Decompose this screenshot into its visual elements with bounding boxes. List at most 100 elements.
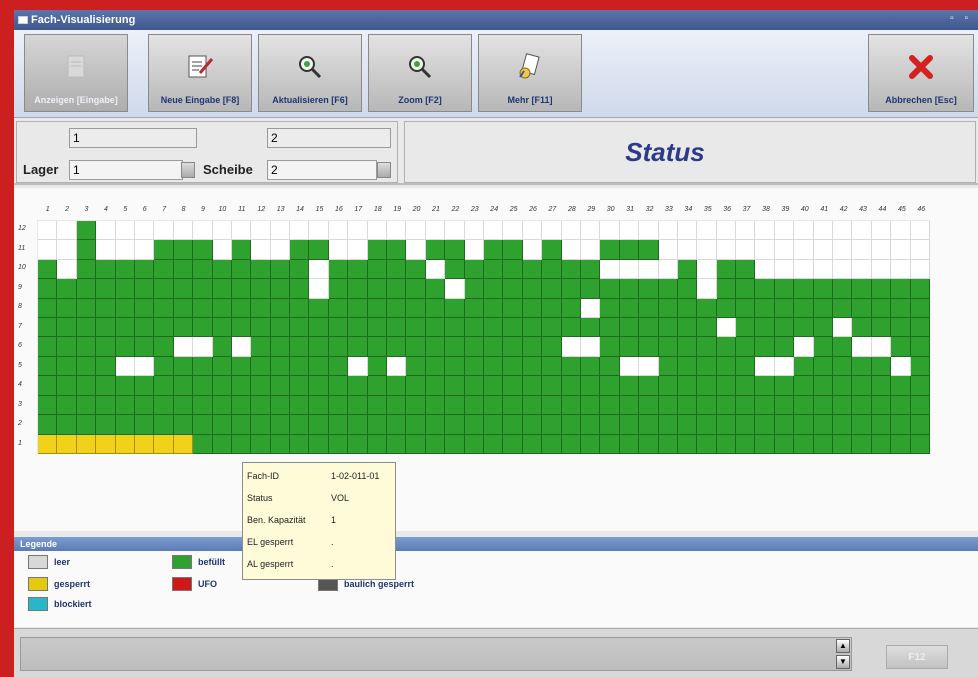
grid-cell[interactable] — [425, 221, 446, 241]
grid-cell[interactable] — [425, 434, 446, 454]
grid-cell[interactable] — [231, 337, 252, 357]
grid-cell[interactable] — [503, 434, 523, 454]
grid-cell[interactable] — [561, 434, 581, 454]
grid-cell[interactable] — [387, 318, 407, 338]
grid-cell[interactable] — [716, 415, 737, 435]
grid-cell[interactable] — [561, 318, 581, 338]
grid-cell[interactable] — [716, 434, 737, 454]
grid-cell[interactable] — [193, 434, 213, 454]
grid-cell[interactable] — [697, 240, 717, 260]
grid-cell[interactable] — [794, 259, 814, 280]
grid-cell[interactable] — [600, 434, 620, 454]
grid-cell[interactable] — [794, 395, 814, 416]
grid-cell[interactable] — [522, 337, 543, 357]
grid-cell[interactable] — [619, 240, 640, 260]
grid-cell[interactable] — [736, 259, 756, 280]
grid-cell[interactable] — [193, 318, 213, 338]
grid-cell[interactable] — [154, 395, 174, 416]
grid-cell[interactable] — [57, 376, 77, 396]
grid-cell[interactable] — [406, 318, 426, 338]
grid-cell[interactable] — [445, 376, 465, 396]
grid-cell[interactable] — [891, 395, 911, 416]
grid-cell[interactable] — [561, 356, 581, 377]
grid-cell[interactable] — [57, 240, 77, 260]
neue-eingabe-button[interactable]: Neue Eingabe [F8] — [148, 34, 252, 112]
grid-cell[interactable] — [677, 279, 698, 299]
grid-cell[interactable] — [290, 415, 310, 435]
grid-cell[interactable] — [406, 395, 426, 416]
grid-cell[interactable] — [328, 318, 349, 338]
grid-cell[interactable] — [677, 376, 698, 396]
grid-cell[interactable] — [542, 298, 562, 319]
grid-cell[interactable] — [619, 318, 640, 338]
grid-cell[interactable] — [38, 221, 58, 241]
grid-cell[interactable] — [76, 337, 97, 357]
grid-cell[interactable] — [96, 259, 116, 280]
grid-cell[interactable] — [387, 395, 407, 416]
grid-cell[interactable] — [852, 415, 872, 435]
grid-cell[interactable] — [503, 356, 523, 377]
grid-cell[interactable] — [76, 376, 97, 396]
grid-cell[interactable] — [697, 259, 717, 280]
grid-cell[interactable] — [134, 376, 155, 396]
grid-cell[interactable] — [697, 298, 717, 319]
grid-cell[interactable] — [309, 221, 329, 241]
grid-cell[interactable] — [173, 279, 194, 299]
grid-cell[interactable] — [193, 376, 213, 396]
grid-cell[interactable] — [445, 221, 465, 241]
grid-cell[interactable] — [309, 376, 329, 396]
grid-cell[interactable] — [561, 415, 581, 435]
abbrechen-button[interactable]: Abbrechen [Esc] — [868, 34, 974, 112]
grid-cell[interactable] — [580, 259, 601, 280]
grid-cell[interactable] — [813, 318, 834, 338]
grid-cell[interactable] — [367, 337, 388, 357]
grid-cell[interactable] — [38, 259, 58, 280]
grid-cell[interactable] — [658, 259, 678, 280]
grid-cell[interactable] — [231, 298, 252, 319]
grid-cell[interactable] — [251, 259, 271, 280]
grid-cell[interactable] — [231, 376, 252, 396]
grid-cell[interactable] — [57, 279, 77, 299]
grid-cell[interactable] — [309, 318, 329, 338]
grid-cell[interactable] — [600, 298, 620, 319]
grid-cell[interactable] — [425, 337, 446, 357]
grid-cell[interactable] — [38, 279, 58, 299]
grid-cell[interactable] — [639, 318, 659, 338]
grid-cell[interactable] — [542, 221, 562, 241]
grid-cell[interactable] — [794, 356, 814, 377]
grid-cell[interactable] — [348, 337, 368, 357]
grid-cell[interactable] — [716, 221, 737, 241]
grid-cell[interactable] — [290, 318, 310, 338]
grid-cell[interactable] — [755, 221, 775, 241]
grid-cell[interactable] — [639, 356, 659, 377]
grid-cell[interactable] — [716, 240, 737, 260]
grid-cell[interactable] — [522, 279, 543, 299]
grid-cell[interactable] — [639, 434, 659, 454]
grid-cell[interactable] — [910, 298, 930, 319]
grid-cell[interactable] — [328, 221, 349, 241]
grid-cell[interactable] — [833, 356, 853, 377]
grid-cell[interactable] — [833, 415, 853, 435]
grid-cell[interactable] — [270, 279, 291, 299]
grid-cell[interactable] — [96, 395, 116, 416]
grid-cell[interactable] — [580, 240, 601, 260]
grid-cell[interactable] — [464, 395, 484, 416]
grid-cell[interactable] — [580, 318, 601, 338]
grid-cell[interactable] — [542, 356, 562, 377]
grid-cell[interactable] — [231, 240, 252, 260]
grid-cell[interactable] — [270, 221, 291, 241]
grid-cell[interactable] — [464, 318, 484, 338]
grid-cell[interactable] — [425, 318, 446, 338]
grid-cell[interactable] — [251, 395, 271, 416]
grid-cell[interactable] — [96, 434, 116, 454]
grid-cell[interactable] — [619, 376, 640, 396]
grid-cell[interactable] — [387, 434, 407, 454]
grid-cell[interactable] — [619, 221, 640, 241]
grid-cell[interactable] — [639, 240, 659, 260]
grid-cell[interactable] — [348, 376, 368, 396]
grid-cell[interactable] — [38, 240, 58, 260]
grid-cell[interactable] — [871, 240, 892, 260]
grid-cell[interactable] — [212, 259, 232, 280]
grid-cell[interactable] — [251, 240, 271, 260]
grid-cell[interactable] — [115, 298, 135, 319]
